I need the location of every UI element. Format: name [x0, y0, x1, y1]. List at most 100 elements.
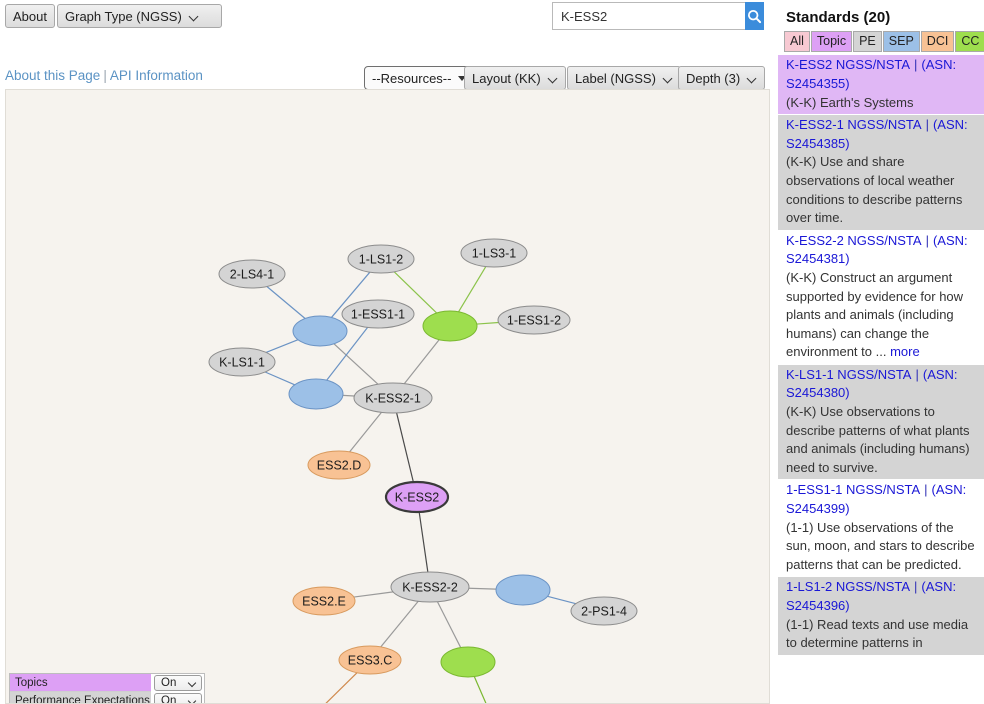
graph-type-select[interactable]: Graph Type (NGSS) [57, 4, 222, 28]
graph-node-cc2[interactable] [440, 646, 496, 678]
graph-node-2-LS4-1[interactable]: 2-LS4-1 [218, 259, 286, 289]
graph-node-1-ESS1-2[interactable]: 1-ESS1-2 [497, 305, 571, 335]
graph-edge [265, 339, 299, 353]
standard-list-item[interactable]: 1-ESS1-1 NGSS/NSTA | (ASN: S2454399) (1-1) … [778, 480, 984, 578]
standard-description: (K-K) Use observations to describe patte… [786, 404, 970, 475]
graph-node-K-ESS2-1[interactable]: K-ESS2-1 [353, 382, 433, 414]
standard-code-link[interactable]: 1-LS1-2 NGSS/NSTA [786, 579, 910, 594]
standard-header: 1-ESS1-1 NGSS/NSTA | (ASN: S2454399) [786, 482, 966, 516]
legend-label: Topics [10, 674, 151, 692]
node-ellipse[interactable] [208, 347, 276, 377]
graph-canvas[interactable]: 2-LS4-1 1-LS1-2 1-LS3-1 1-ESS1-1 1-ESS1-2 K-L… [5, 89, 770, 704]
search-icon [747, 9, 762, 23]
node-ellipse[interactable] [353, 382, 433, 414]
standard-description: (1-1) Read texts and use media to determ… [786, 616, 969, 651]
node-ellipse[interactable] [497, 305, 571, 335]
standard-code-link[interactable]: K-LS1-1 NGSS/NSTA [786, 367, 911, 382]
node-ellipse[interactable] [341, 299, 415, 329]
legend-row: Performance Expectations On [10, 692, 204, 704]
legend-toggle-performance-expectations[interactable]: On [154, 693, 202, 704]
graph-node-sep3[interactable] [495, 574, 551, 606]
standard-list-item[interactable]: K-LS1-1 NGSS/NSTA | (ASN: S2454380) (K-K) U… [778, 364, 984, 481]
filter-tab-dci[interactable]: DCI [920, 31, 955, 53]
depth-select[interactable]: Depth (3) [678, 66, 766, 90]
standard-separator: | [914, 57, 918, 73]
standard-code-link[interactable]: K-ESS2-1 NGSS/NSTA [786, 117, 922, 132]
search-input[interactable] [552, 2, 745, 30]
filter-tab-cc[interactable]: CC [955, 31, 984, 53]
legend-toggle-state: On [161, 695, 177, 704]
standard-separator: | [924, 482, 928, 498]
standard-description: (1-1) Use observations of the sun, moon,… [786, 519, 975, 572]
resources-label: --Resources-- [372, 70, 452, 86]
standard-list-item[interactable]: K-ESS2-2 NGSS/NSTA | (ASN: S2454381) (K-K) … [778, 231, 984, 365]
node-ellipse[interactable] [390, 571, 470, 603]
standard-description: (K-K) Use and share observations of loca… [786, 154, 963, 226]
graph-node-ESS3.C[interactable]: ESS3.C [338, 645, 402, 675]
graph-node-cc1[interactable] [422, 310, 478, 342]
node-ellipse[interactable] [218, 259, 286, 289]
links-separator: | [103, 68, 107, 83]
chevron-down-icon [748, 74, 757, 83]
filter-tab-topic[interactable]: Topic [810, 31, 853, 53]
graph-node-K-LS1-1[interactable]: K-LS1-1 [208, 347, 276, 377]
node-ellipse[interactable] [422, 310, 478, 342]
standard-code-link[interactable]: K-ESS2-2 NGSS/NSTA [786, 233, 922, 248]
node-ellipse[interactable] [292, 315, 348, 347]
chevron-down-icon [189, 679, 197, 687]
graph-edge [436, 601, 462, 648]
standards-filter-tabs: All Topic PE SEP DCI CC [778, 31, 984, 53]
standard-list-item[interactable]: K-ESS2 NGSS/NSTA | (ASN: S2454355) (K-K) Ea… [778, 55, 984, 116]
chevron-down-icon [664, 74, 673, 83]
node-ellipse[interactable] [460, 238, 528, 268]
node-ellipse[interactable] [288, 378, 344, 410]
graph-edge [349, 411, 382, 453]
standard-separator: | [925, 232, 929, 248]
graph-edge [333, 343, 379, 385]
api-information-link[interactable]: API Information [110, 68, 203, 83]
standard-more-link[interactable]: more [890, 344, 920, 359]
legend-toggle-topics[interactable]: On [154, 675, 202, 691]
standard-description: (K-K) Construct an argument supported by… [786, 269, 964, 360]
layout-select[interactable]: Layout (KK) [464, 66, 566, 90]
node-ellipse[interactable] [384, 480, 450, 514]
node-ellipse[interactable] [495, 574, 551, 606]
graph-node-1-LS3-1[interactable]: 1-LS3-1 [460, 238, 528, 268]
graph-node-1-ESS1-1[interactable]: 1-ESS1-1 [341, 299, 415, 329]
node-ellipse[interactable] [307, 450, 371, 480]
about-button-label: About [13, 8, 47, 24]
graph-edge [264, 371, 295, 386]
node-ellipse[interactable] [338, 645, 402, 675]
label-select[interactable]: Label (NGSS) [567, 66, 681, 90]
standard-code-link[interactable]: K-ESS2 NGSS/NSTA [786, 57, 910, 72]
graph-node-sep2[interactable] [288, 378, 344, 410]
graph-node-1-LS1-2[interactable]: 1-LS1-2 [347, 244, 415, 274]
about-button[interactable]: About [5, 4, 55, 28]
filter-tab-pe[interactable]: PE [853, 31, 882, 53]
standard-list-item[interactable]: K-ESS2-1 NGSS/NSTA | (ASN: S2454385) (K-K) … [778, 115, 984, 231]
graph-node-K-ESS2-2[interactable]: K-ESS2-2 [390, 571, 470, 603]
standard-list-item[interactable]: 1-LS1-2 NGSS/NSTA | (ASN: S2454396) (1-1) R… [778, 577, 984, 656]
graph-node-K-ESS2[interactable]: K-ESS2 [384, 480, 450, 514]
graph-edge [476, 321, 499, 325]
filter-tab-all[interactable]: All [784, 31, 810, 53]
graph-type-label: Graph Type (NGSS) [65, 8, 182, 24]
search-button[interactable] [745, 2, 764, 30]
node-ellipse[interactable] [347, 244, 415, 274]
about-this-page-link[interactable]: About this Page [5, 68, 100, 83]
filter-tab-sep[interactable]: SEP [882, 31, 920, 53]
resources-dropdown[interactable]: --Resources-- [364, 66, 474, 90]
graph-edge [458, 266, 487, 313]
standard-code-link[interactable]: 1-ESS1-1 NGSS/NSTA [786, 482, 920, 497]
depth-label: Depth (3) [686, 70, 741, 86]
graph-edge [403, 339, 440, 385]
graph-node-ESS2.D[interactable]: ESS2.D [307, 450, 371, 480]
node-ellipse[interactable] [570, 596, 638, 626]
graph-node-2-PS1-4[interactable]: 2-PS1-4 [570, 596, 638, 626]
node-ellipse[interactable] [292, 586, 356, 616]
graph-node-sep1[interactable] [292, 315, 348, 347]
node-ellipse[interactable] [440, 646, 496, 678]
graph-node-ESS2.E[interactable]: ESS2.E [292, 586, 356, 616]
graph-edge [468, 587, 497, 590]
graph-edge [353, 591, 394, 598]
